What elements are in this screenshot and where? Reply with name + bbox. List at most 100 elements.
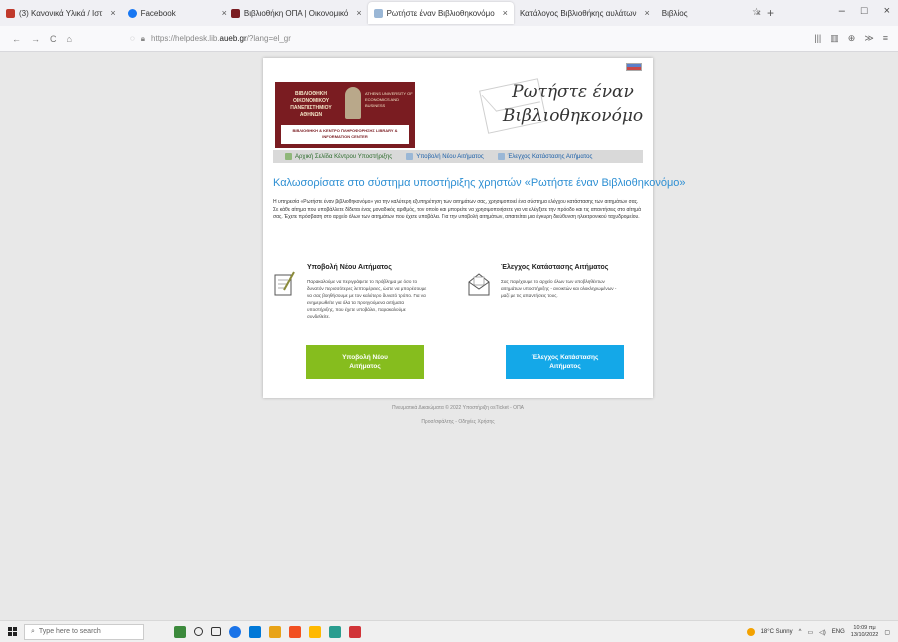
- sidebar-icon[interactable]: ▥: [830, 33, 839, 44]
- weather-text[interactable]: 18°C Sunny: [761, 629, 793, 635]
- tab-3-close-icon[interactable]: ×: [356, 8, 361, 18]
- overflow-icon[interactable]: ≫: [864, 33, 873, 44]
- ticket-status-menu-icon: [497, 153, 505, 160]
- tab-5-label: Κατάλογος Βιβλιοθήκης αυλάτων: [519, 8, 637, 18]
- taskbar-app-8-icon[interactable]: [349, 625, 361, 638]
- home-menu-icon: [285, 153, 292, 160]
- shield-icon: ◌: [130, 34, 135, 43]
- menu-status[interactable]: Έλεγχος Κατάστασης Αιτήματος: [497, 153, 593, 160]
- new-tab-icon[interactable]: +: [767, 6, 774, 20]
- toolbar-icons: ||| ▥ ⊕ ≫ ≡: [814, 33, 898, 44]
- taskbar-app-4-icon[interactable]: [269, 625, 281, 638]
- lock-icon: 🔒︎: [140, 33, 146, 43]
- forward-icon[interactable]: →: [31, 34, 40, 44]
- library-logo[interactable]: ΒΙΒΛΙΟΘΗΚΗ ΟΙΚΟΝΟΜΙΚΟΥ ΠΑΝΕΠΙΣΤΗΜΙΟΥ ΑΘΗ…: [275, 82, 415, 148]
- library-icon[interactable]: |||: [814, 33, 821, 44]
- close-window-icon[interactable]: ×: [884, 5, 890, 17]
- menu-status-label: Έλεγχος Κατάστασης Αιτήματος: [507, 153, 593, 160]
- tab-4-favicon-icon: [373, 8, 383, 18]
- tab-3-favicon-icon: [230, 8, 240, 18]
- weather-sun-icon: [746, 628, 755, 636]
- tab-1-label: (3) Κανονικά Υλικά / Ιστ: [19, 8, 103, 18]
- taskbar-app-2-icon[interactable]: [229, 625, 241, 638]
- envelope-icon: [468, 273, 490, 296]
- tab-1-close-icon[interactable]: ×: [110, 8, 115, 18]
- hamburger-menu-icon[interactable]: ≡: [883, 33, 888, 44]
- status-heading: Έλεγχος Κατάστασης Αιτήματος: [501, 264, 609, 271]
- nav-buttons: ← → C ⌂: [0, 34, 120, 44]
- logo-text-english: ATHENS UNIVERSITY OF ECONOMICS AND BUSIN…: [365, 91, 413, 108]
- window-controls: – □ ×: [839, 5, 890, 17]
- taskbar-search-placeholder: Type here to search: [38, 628, 101, 635]
- footer-copyright: Πνευματικά Δικαιώματα © 2022 Υποστήριξη …: [391, 405, 525, 411]
- tab-3[interactable]: × Βιβλιοθήκη ΟΠΑ | Οικονομικό ×: [212, 2, 368, 24]
- minimize-icon[interactable]: –: [839, 5, 845, 17]
- search-icon: ⌕: [31, 627, 35, 635]
- clock[interactable]: 10:09 πμ 13/10/2022: [851, 625, 879, 639]
- tab-6[interactable]: Βιβλίος: [656, 2, 756, 24]
- tab-4-close-icon[interactable]: ×: [503, 8, 508, 18]
- new-ticket-menu-icon: [406, 153, 414, 160]
- taskbar-search[interactable]: ⌕ Type here to search: [24, 623, 144, 640]
- clock-date: 13/10/2022: [850, 632, 879, 638]
- tab-2[interactable]: Facebook: [122, 2, 212, 24]
- taskbar-app-3-icon[interactable]: [249, 625, 261, 638]
- cortana-icon[interactable]: [194, 627, 203, 636]
- logo-text-greek: ΒΙΒΛΙΟΘΗΚΗ ΟΙΚΟΝΟΜΙΚΟΥ ΠΑΝΕΠΙΣΤΗΜΙΟΥ ΑΘΗ…: [290, 91, 332, 118]
- submit-heading: Υποβολή Νέου Αιτήματος: [307, 264, 392, 271]
- taskbar-app-6-icon[interactable]: [309, 625, 321, 638]
- pocket-icon[interactable]: ⊕: [848, 33, 856, 44]
- page-viewport: ΒΙΒΛΙΟΘΗΚΗ ΟΙΚΟΝΟΜΙΚΟΥ ΠΑΝΕΠΙΣΤΗΜΙΟΥ ΑΘΗ…: [0, 52, 898, 620]
- windows-taskbar: ⌕ Type here to search 18°C Sunny ^ ▭ ◁) …: [0, 620, 898, 642]
- tab-3-label: Βιβλιοθήκη ΟΠΑ | Οικονομικό: [243, 8, 349, 18]
- tab-1[interactable]: (3) Κανονικά Υλικά / Ιστ ×: [0, 2, 122, 24]
- start-button[interactable]: [0, 627, 24, 636]
- notifications-icon[interactable]: ▢: [884, 629, 890, 636]
- menu-submit[interactable]: Υποβολή Νέου Αιτήματος: [406, 153, 484, 160]
- intro-paragraph: Η υπηρεσία «Ρωτήστε έναν βιβλιοθηκονόμο»…: [273, 199, 642, 220]
- site-title: Ρωτήστε έναν Βιβλιοθηκονόμο: [502, 82, 644, 126]
- taskbar-apps: [174, 625, 361, 638]
- check-status-button[interactable]: Έλεγχος Κατάστασης Αιτήματος: [506, 345, 624, 379]
- home-icon[interactable]: ⌂: [67, 34, 72, 44]
- taskbar-app-5-icon[interactable]: [289, 625, 301, 638]
- tab-5[interactable]: Κατάλογος Βιβλιοθήκης αυλάτων ×: [514, 2, 656, 24]
- menu-home[interactable]: Αρχική Σελίδα Κέντρου Υποστήριξης: [285, 153, 392, 160]
- browser-nav-bar: ← → C ⌂ ◌ 🔒︎ https://helpdesk.lib.aueb.g…: [0, 26, 898, 52]
- clock-time: 10:09 πμ: [853, 625, 876, 631]
- language-flag-icon[interactable]: [626, 63, 642, 71]
- task-view-icon[interactable]: [211, 627, 221, 636]
- url-text: https://helpdesk.lib.aueb.gr/?lang=el_gr: [151, 34, 291, 43]
- welcome-heading: Καλωσορίσατε στο σύστημα υποστήριξης χρη…: [273, 177, 686, 189]
- language-indicator[interactable]: ENG: [832, 629, 845, 635]
- windows-logo-icon: [7, 627, 17, 636]
- submit-ticket-button[interactable]: Υποβολή Νέου Αιτήματος: [306, 345, 424, 379]
- network-icon[interactable]: ▭: [807, 629, 813, 636]
- tab-2-close-icon[interactable]: ×: [222, 8, 227, 18]
- menu-submit-label: Υποβολή Νέου Αιτήματος: [416, 153, 484, 160]
- back-icon[interactable]: ←: [12, 34, 21, 44]
- logo-band: ΒΙΒΛΙΟΘΗΚΗ & ΚΕΝΤΡΟ ΠΛΗΡΟΦΟΡΗΣΗΣ LIBRARY…: [281, 125, 409, 144]
- notepad-pen-icon: [274, 271, 295, 296]
- helpdesk-menu: Αρχική Σελίδα Κέντρου Υποστήριξης Υποβολ…: [273, 150, 643, 163]
- browser-tab-strip: (3) Κανονικά Υλικά / Ιστ × Facebook × Βι…: [0, 0, 898, 26]
- tab-2-label: Facebook: [140, 8, 176, 18]
- taskbar-app-7-icon[interactable]: [329, 625, 341, 638]
- bookmark-star-icon[interactable]: ☆: [752, 7, 761, 18]
- url-bar[interactable]: ◌ 🔒︎ https://helpdesk.lib.aueb.gr/?lang=…: [130, 34, 814, 44]
- tab-4[interactable]: Ρωτήστε έναν Βιβλιοθηκονόμο ×: [367, 2, 514, 24]
- volume-icon[interactable]: ◁): [819, 629, 826, 636]
- tab-5-close-icon[interactable]: ×: [645, 8, 650, 18]
- maximize-icon[interactable]: □: [861, 5, 868, 17]
- tab-2-favicon-icon: [127, 8, 137, 18]
- logo-bust-icon: [345, 87, 361, 119]
- taskbar-app-1-icon[interactable]: [174, 625, 186, 638]
- menu-home-label: Αρχική Σελίδα Κέντρου Υποστήριξης: [295, 153, 393, 160]
- system-tray: 18°C Sunny ^ ▭ ◁) ENG 10:09 πμ 13/10/202…: [746, 625, 890, 639]
- tab-6-label: Βιβλίος: [661, 8, 688, 18]
- tab-4-label: Ρωτήστε έναν Βιβλιοθηκονόμο: [386, 8, 495, 18]
- status-text: Σας παρέχουμε το αρχείο όλων των υποβληθ…: [501, 279, 617, 298]
- tray-chevron-icon[interactable]: ^: [799, 629, 802, 635]
- reload-icon[interactable]: C: [50, 34, 57, 44]
- footer-links[interactable]: Προσ/σφάλτης - Οδηγίες Χρήσης: [263, 419, 653, 425]
